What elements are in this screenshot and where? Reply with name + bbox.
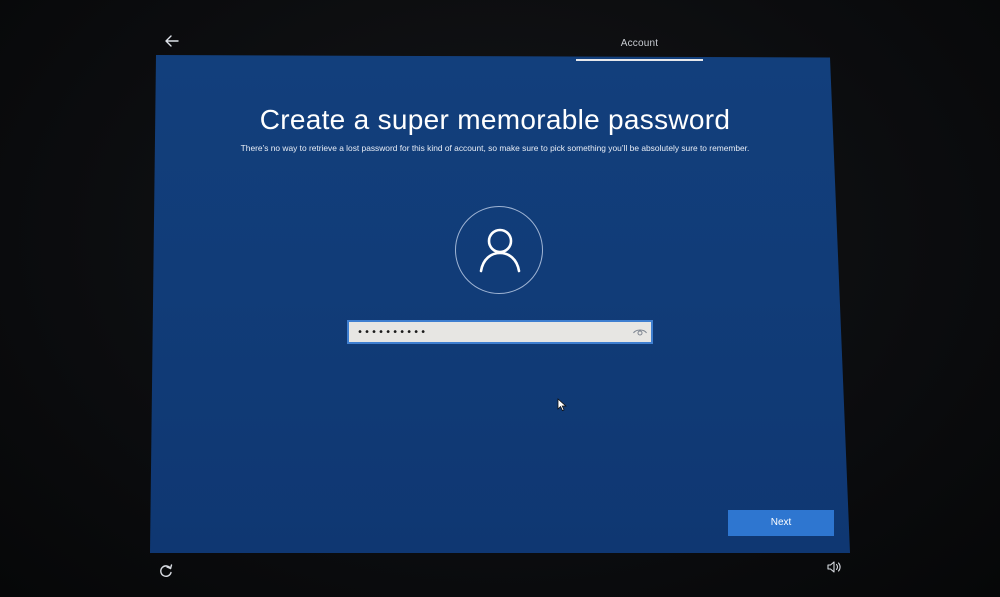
eye-icon xyxy=(633,329,647,336)
reveal-password-button[interactable] xyxy=(632,325,648,339)
oobe-window: Account Create a super memorable passwor… xyxy=(0,0,1000,597)
tab-account-label: Account xyxy=(620,38,659,49)
back-arrow-icon xyxy=(165,35,179,47)
ease-of-access-icon xyxy=(160,564,173,577)
password-field[interactable] xyxy=(347,320,653,344)
next-button[interactable]: Next xyxy=(728,510,834,536)
volume-button[interactable] xyxy=(826,560,842,574)
page-title: Create a super memorable password xyxy=(259,104,731,135)
mouse-pointer-icon xyxy=(557,398,567,417)
tab-active-indicator xyxy=(576,59,703,61)
user-avatar-icon xyxy=(479,228,521,273)
avatar xyxy=(455,206,543,294)
page-subtitle: There’s no way to retrieve a lost passwo… xyxy=(240,143,750,153)
volume-icon xyxy=(827,561,841,573)
back-button[interactable] xyxy=(160,30,184,52)
ease-of-access-button[interactable] xyxy=(158,563,174,579)
